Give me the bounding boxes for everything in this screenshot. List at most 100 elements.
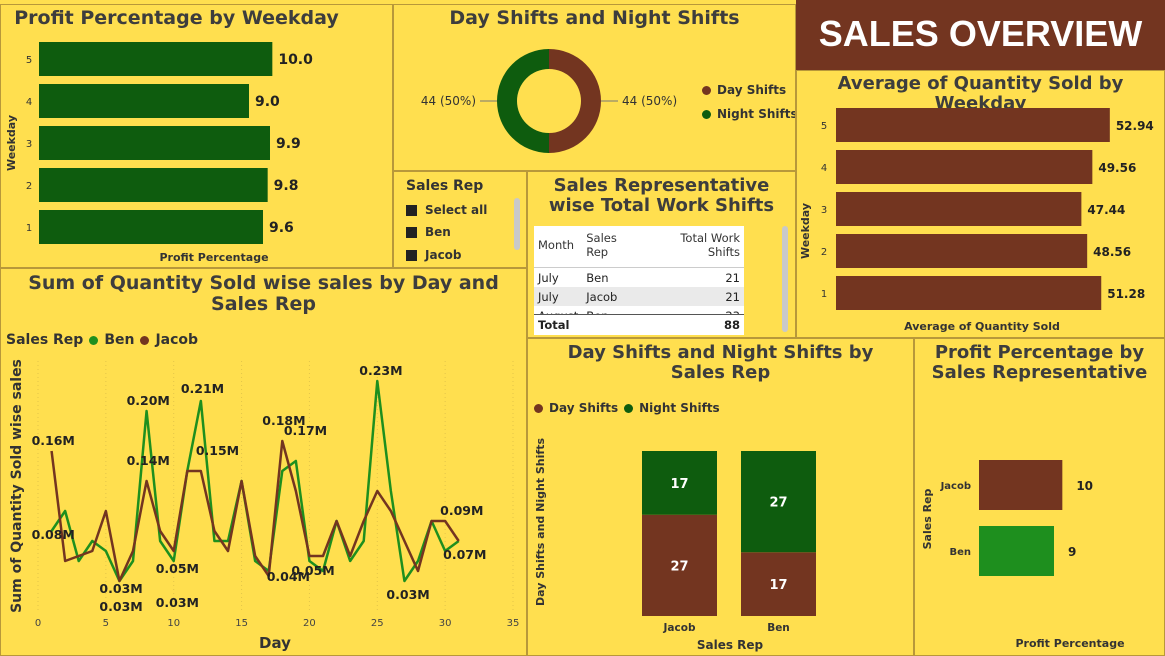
x-axis-label: Day xyxy=(259,634,291,652)
x-axis-label: Profit Percentage xyxy=(1015,637,1124,650)
category-label: 5 xyxy=(821,121,827,132)
data-label: 17 xyxy=(769,578,787,593)
checkbox-icon[interactable] xyxy=(406,249,417,261)
data-label: 49.56 xyxy=(1098,161,1136,175)
shifts-donut-panel: Day Shifts and Night Shifts 44 (50%) 44 (… xyxy=(393,4,796,171)
data-label: 10.0 xyxy=(278,52,313,68)
data-label: 9.8 xyxy=(274,178,299,194)
avg-qty-chart: 5 52.94 4 49.56 3 47.44 2 48.56 1 51.28 Average of… xyxy=(799,108,1154,333)
category-label: 5 xyxy=(26,55,32,66)
category-label: 4 xyxy=(821,163,827,174)
profit-rep-panel: Profit Percentage by Sales Representativ… xyxy=(914,338,1165,656)
category-label: 1 xyxy=(26,223,32,234)
data-label: 0.03M xyxy=(99,599,142,614)
y-axis-label: Sales Rep xyxy=(921,488,934,549)
category-label: 3 xyxy=(821,205,827,216)
slicer-scrollbar[interactable] xyxy=(514,198,520,250)
data-label: 10 xyxy=(1076,479,1093,493)
col-total-work-shifts[interactable]: Total Work Shifts xyxy=(644,226,744,268)
slicer-item-jacob[interactable]: Jacob xyxy=(406,248,462,262)
col-month[interactable]: Month xyxy=(534,226,583,268)
slicer-item-select-all[interactable]: Select all xyxy=(406,203,487,217)
line-chart-panel: Sum of Quantity Sold wise sales by Day a… xyxy=(0,268,527,656)
avg-qty-panel: Average of Quantity Sold by Weekday 5 52.… xyxy=(796,70,1165,338)
bar xyxy=(979,460,1063,510)
data-label: 48.56 xyxy=(1093,245,1131,259)
data-label: 27 xyxy=(670,559,688,574)
table-row: July Jacob 21 xyxy=(534,287,744,306)
data-label: 0.14M xyxy=(127,453,170,468)
category-label: 3 xyxy=(26,139,32,150)
category-label: 1 xyxy=(821,289,827,300)
category-label: Jacob xyxy=(663,622,696,634)
category-label: Ben xyxy=(949,547,971,558)
bar xyxy=(39,168,268,202)
line-chart: 0 5 10 15 20 25 30 35 0.16M 0.08M 0.03M 0.03M 0.20M 0… xyxy=(9,359,520,652)
data-label: 0.15M xyxy=(196,443,239,458)
col-sales-rep[interactable]: Sales Rep xyxy=(582,226,645,268)
profit-rep-chart: Jacob 10 Ben 9 Profit Percentage Sales Rep xyxy=(921,460,1125,650)
donut-legend-day: Day Shifts xyxy=(702,83,786,97)
slicer-title: Sales Rep xyxy=(406,178,484,194)
data-label: 0.03M xyxy=(386,587,429,602)
bar xyxy=(836,276,1102,310)
bar xyxy=(39,84,249,118)
data-label: 0.17M xyxy=(284,423,327,438)
data-label: 9.6 xyxy=(269,220,294,236)
data-label: 9.0 xyxy=(255,94,280,110)
x-tick-label: 5 xyxy=(103,618,109,629)
data-label: 27 xyxy=(769,496,787,511)
bar xyxy=(836,234,1088,268)
data-label: 52.94 xyxy=(1116,119,1154,133)
work-shifts-title: Sales Representative wise Total Work Shi… xyxy=(548,175,775,217)
category-label: 2 xyxy=(26,181,32,192)
donut-slice xyxy=(549,49,601,153)
checkbox-icon[interactable] xyxy=(406,204,417,216)
data-label: 0.20M xyxy=(127,393,170,408)
category-label: 4 xyxy=(26,97,32,108)
bar xyxy=(836,108,1110,142)
data-label: 0.07M xyxy=(443,547,486,562)
data-label: 17 xyxy=(670,477,688,492)
bar xyxy=(836,150,1093,184)
category-label: Jacob xyxy=(940,481,971,492)
y-axis-label: Sum of Quantity Sold wise sales xyxy=(9,359,25,613)
x-axis-label: Average of Quantity Sold xyxy=(904,320,1060,333)
data-label: 9 xyxy=(1068,545,1076,559)
bar xyxy=(39,210,263,244)
table-scrollbar[interactable] xyxy=(782,226,788,332)
x-tick-label: 10 xyxy=(167,618,180,629)
data-label: 51.28 xyxy=(1107,287,1145,301)
checkbox-icon[interactable] xyxy=(406,226,417,238)
dashboard-title: SALES OVERVIEW xyxy=(818,13,1143,54)
data-label: 47.44 xyxy=(1087,203,1125,217)
x-tick-label: 20 xyxy=(303,618,316,629)
data-label: 44 (50%) xyxy=(421,94,476,108)
data-label: 0.21M xyxy=(181,381,224,396)
bar xyxy=(39,42,273,76)
data-label: 0.03M xyxy=(99,581,142,596)
x-tick-label: 0 xyxy=(35,618,41,629)
y-axis-label: Day Shifts and Night Shifts xyxy=(534,438,547,606)
y-axis-label: Weekday xyxy=(799,203,812,259)
data-label: 0.09M xyxy=(440,503,483,518)
bar xyxy=(39,126,270,160)
category-label: Ben xyxy=(767,622,790,634)
slicer-item-ben[interactable]: Ben xyxy=(406,225,451,239)
x-tick-label: 35 xyxy=(507,618,520,629)
data-label: 44 (50%) xyxy=(622,94,677,108)
table-total-row: Total 88 xyxy=(534,314,744,335)
bar xyxy=(979,526,1054,576)
work-shifts-panel: Sales Representative wise Total Work Shi… xyxy=(527,171,796,338)
donut-slice xyxy=(497,49,549,153)
y-axis-label: Weekday xyxy=(5,115,18,171)
data-label: 0.16M xyxy=(32,433,75,448)
bar xyxy=(836,192,1082,226)
data-label: 0.08M xyxy=(32,527,75,542)
work-shifts-table: Month Sales Rep Total Work Shifts July Be… xyxy=(534,226,744,325)
x-tick-label: 15 xyxy=(235,618,248,629)
data-label: 0.03M xyxy=(156,595,199,610)
profit-weekday-chart: 5 10.0 4 9.0 3 9.9 2 9.8 1 9.6 Profit Percentage We… xyxy=(5,42,313,264)
donut-legend-night: Night Shifts xyxy=(702,107,795,121)
data-label: 0.05M xyxy=(156,561,199,576)
